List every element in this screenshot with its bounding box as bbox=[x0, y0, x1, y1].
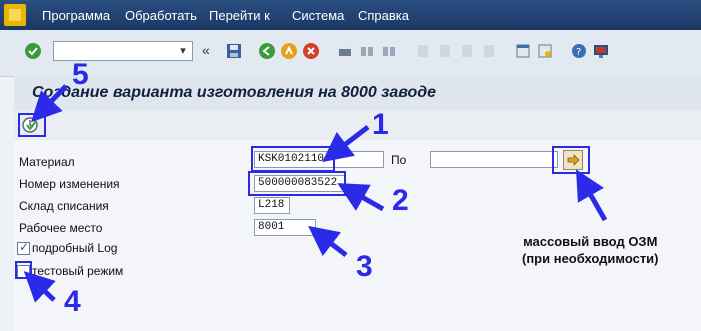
annotation-number-1: 1 bbox=[372, 108, 389, 141]
annotation-number-2: 2 bbox=[392, 184, 409, 217]
annotation-note-line2: (при необходимости) bbox=[522, 251, 659, 266]
annotation-number-3: 3 bbox=[356, 250, 373, 283]
annotation-number-4: 4 bbox=[64, 285, 81, 318]
annotation-multi-input-note: массовый ввод ОЗМ (при необходимости) bbox=[522, 233, 659, 267]
annotation-number-5: 5 bbox=[72, 58, 89, 91]
annotation-note-line1: массовый ввод ОЗМ bbox=[523, 234, 658, 249]
annotation-arrows bbox=[23, 84, 608, 303]
